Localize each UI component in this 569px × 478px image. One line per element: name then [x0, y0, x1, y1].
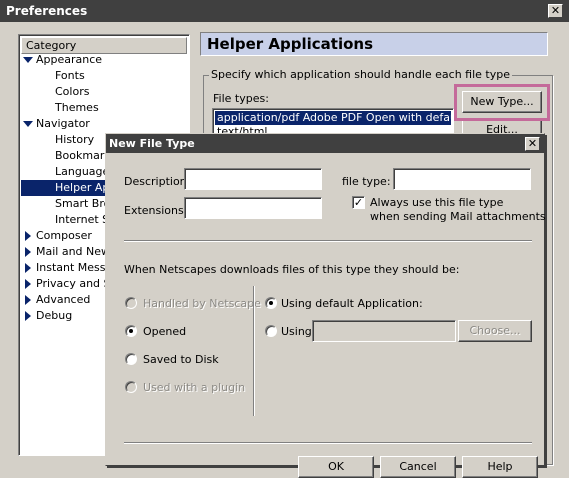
tree-item-themes[interactable]: Themes: [55, 100, 99, 116]
cancel-button[interactable]: Cancel: [380, 456, 456, 478]
extensions-field[interactable]: [184, 197, 322, 219]
saved-to-disk-radio[interactable]: [125, 353, 137, 365]
preferences-title: Preferences: [0, 0, 569, 22]
tree-item-appearance[interactable]: Appearance: [23, 52, 183, 68]
tree-item-colors[interactable]: Colors: [55, 84, 89, 100]
separator: [124, 442, 532, 444]
ok-button[interactable]: OK: [298, 456, 374, 478]
downloads-label: When Netscapes downloads files of this t…: [124, 263, 460, 276]
description-field[interactable]: [184, 168, 322, 190]
choose-button[interactable]: Choose...: [458, 320, 532, 342]
expanded-triangle-icon[interactable]: [23, 121, 33, 127]
pane-title: Helper Applications: [200, 32, 548, 56]
collapsed-triangle-icon[interactable]: [25, 231, 31, 241]
extensions-label: Extensions:: [124, 204, 188, 217]
always-use-label-line1: Always use this file type: [370, 196, 504, 209]
description-label: Description:: [124, 175, 191, 188]
tree-item-history[interactable]: History: [55, 132, 94, 148]
separator: [124, 240, 532, 242]
collapsed-triangle-icon[interactable]: [25, 295, 31, 305]
used-with-plugin-label: Used with a plugin: [143, 381, 246, 394]
expanded-triangle-icon[interactable]: [23, 57, 33, 63]
preferences-close-icon[interactable]: ✕: [548, 4, 563, 18]
handled-by-netscape-radio[interactable]: [125, 297, 137, 309]
using-radio[interactable]: [265, 325, 277, 337]
opened-radio[interactable]: [125, 325, 137, 337]
always-use-checkbox[interactable]: ✓: [352, 196, 365, 209]
collapsed-triangle-icon[interactable]: [25, 247, 31, 257]
used-with-plugin-radio[interactable]: [125, 381, 137, 393]
using-default-application-radio[interactable]: [265, 297, 277, 309]
new-file-type-dialog: New File Type ✕ Description: file type: …: [105, 133, 546, 478]
highlight-box: [454, 84, 550, 121]
tree-item-navigator[interactable]: Navigator: [23, 116, 183, 132]
file-types-label: File types:: [213, 92, 269, 105]
handled-by-netscape-label: Handled by Netscape: [143, 297, 261, 310]
tree-item-fonts[interactable]: Fonts: [55, 68, 85, 84]
using-default-application-label: Using default Application:: [281, 297, 423, 310]
collapsed-triangle-icon[interactable]: [25, 279, 31, 289]
saved-to-disk-label: Saved to Disk: [143, 353, 219, 366]
file-type-field[interactable]: [393, 168, 531, 190]
group-label: Specify which application should handle …: [209, 68, 513, 81]
dialog-title: New File Type: [106, 134, 544, 153]
collapsed-triangle-icon[interactable]: [25, 263, 31, 273]
separator: [253, 286, 255, 416]
using-application-field[interactable]: [312, 320, 456, 342]
using-label: Using: [281, 325, 312, 338]
opened-label: Opened: [143, 325, 187, 338]
always-use-label-line2: when sending Mail attachments: [370, 210, 546, 223]
collapsed-triangle-icon[interactable]: [25, 311, 31, 321]
help-button[interactable]: Help: [462, 456, 538, 478]
file-type-label: file type:: [342, 175, 391, 188]
file-type-row[interactable]: application/pdf Adobe PDF Open with defa…: [215, 111, 451, 125]
dialog-close-icon[interactable]: ✕: [525, 137, 540, 151]
